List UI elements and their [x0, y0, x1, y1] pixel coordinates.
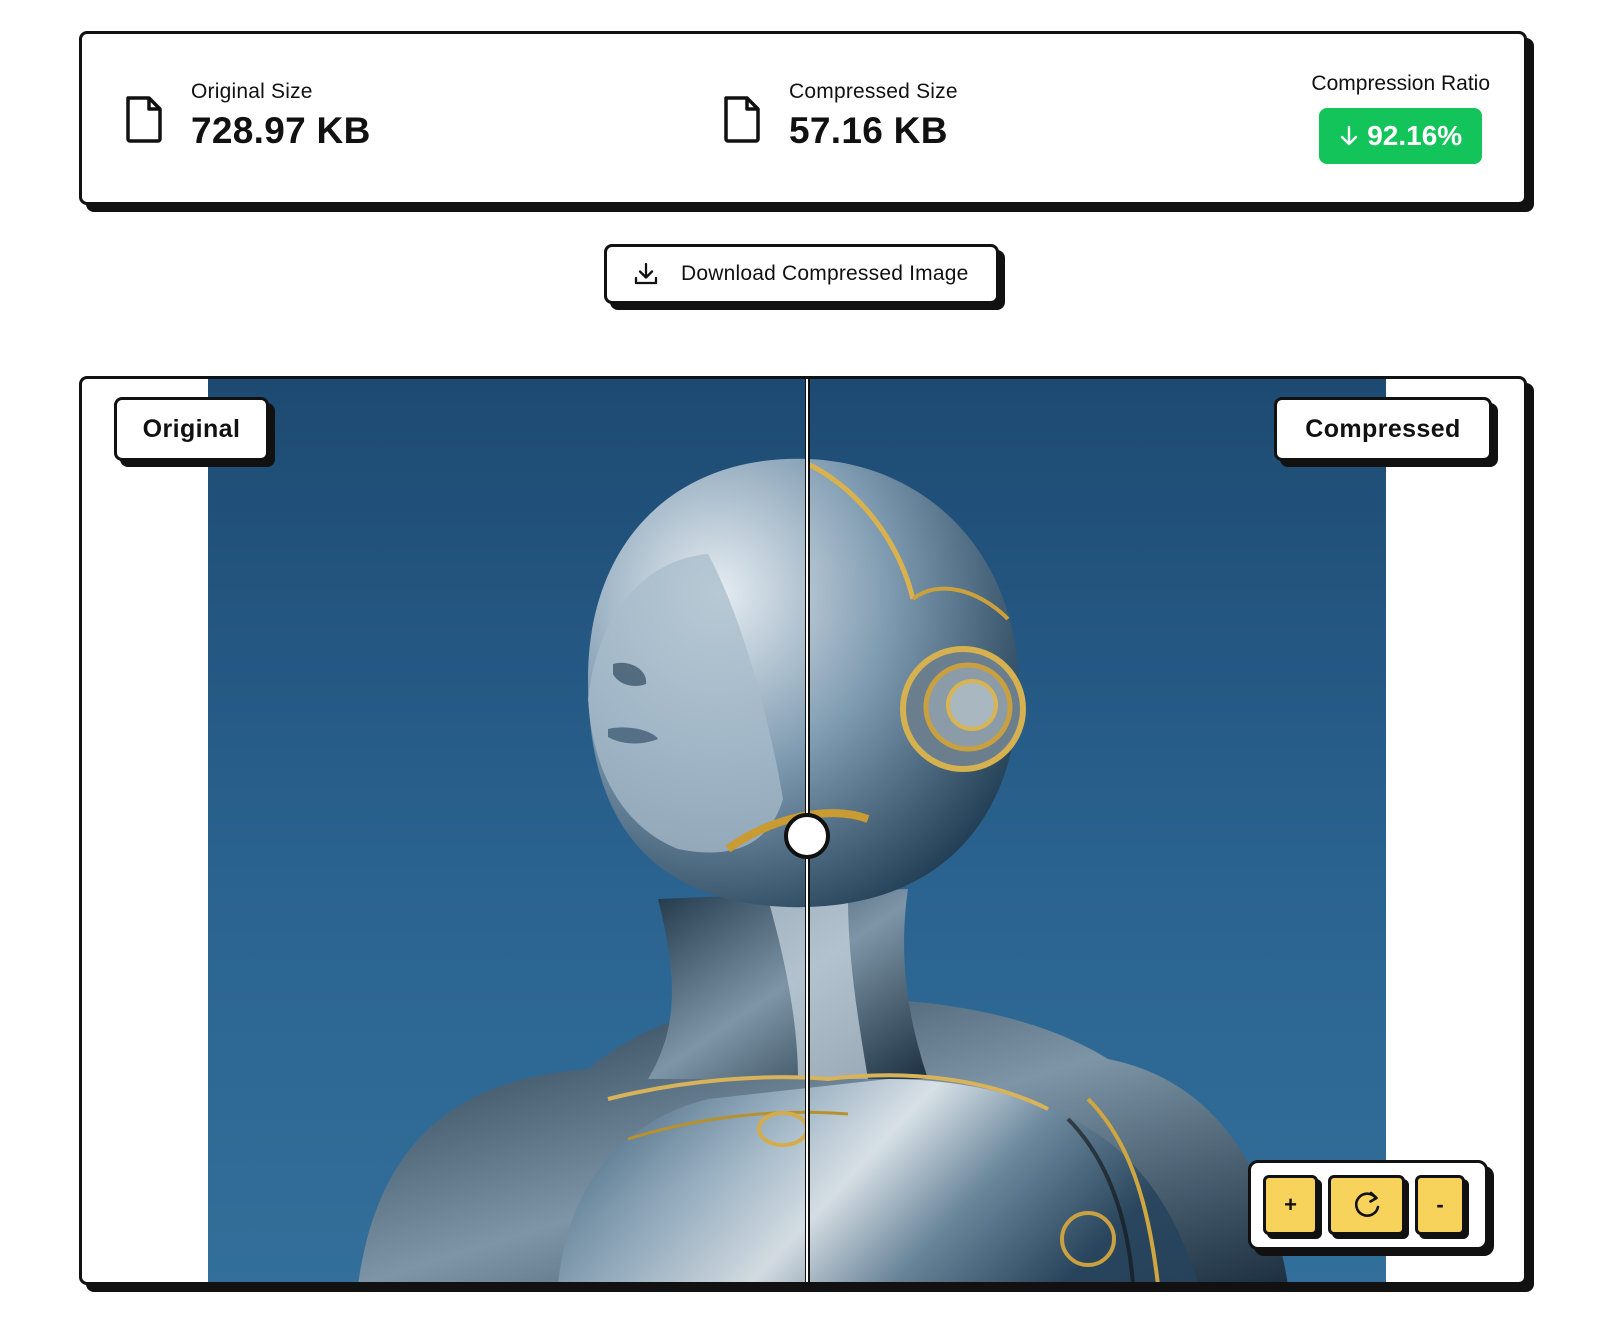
file-icon — [126, 96, 162, 143]
zoom-controls: + - — [1248, 1160, 1488, 1250]
original-size-stat: Original Size 728.97 KB — [124, 80, 371, 152]
file-icon — [724, 96, 760, 143]
original-size-label: Original Size — [191, 80, 313, 103]
compression-ratio-label: Compression Ratio — [1311, 72, 1490, 95]
zoom-out-button[interactable]: - — [1415, 1175, 1465, 1235]
download-icon — [634, 262, 658, 285]
compressed-size-value: 57.16 KB — [789, 110, 948, 151]
compression-stats-card: Original Size 728.97 KB Compressed Size … — [79, 31, 1527, 205]
compressed-tag: Compressed — [1274, 397, 1492, 461]
comparison-slider-handle[interactable] — [784, 813, 830, 859]
compression-ratio-stat: Compression Ratio 92.16% — [1311, 72, 1490, 164]
compression-ratio-badge: 92.16% — [1319, 108, 1483, 164]
compressed-size-label: Compressed Size — [789, 80, 958, 103]
original-size-value: 728.97 KB — [191, 110, 371, 151]
original-tag: Original — [114, 397, 269, 461]
zoom-in-button[interactable]: + — [1263, 1175, 1318, 1235]
compression-ratio-value: 92.16% — [1367, 120, 1463, 151]
download-compressed-button[interactable]: Download Compressed Image — [604, 244, 999, 304]
reset-zoom-button[interactable] — [1328, 1175, 1405, 1235]
rotate-cw-icon — [1354, 1191, 1379, 1217]
compressed-size-stat: Compressed Size 57.16 KB — [722, 80, 958, 152]
download-button-label: Download Compressed Image — [681, 262, 969, 285]
image-comparison-viewer[interactable]: Original Compressed + - — [79, 376, 1527, 1285]
arrow-down-icon — [1341, 125, 1358, 146]
